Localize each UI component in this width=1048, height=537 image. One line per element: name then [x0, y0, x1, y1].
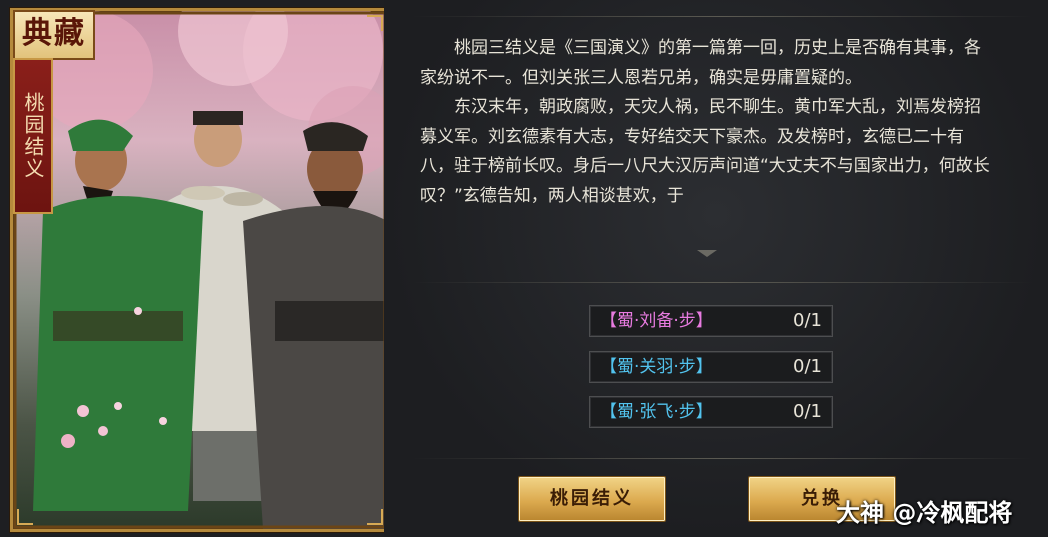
requirement-name: 【蜀·张飞·步】 — [600, 402, 713, 422]
bottom-divider — [412, 458, 1032, 459]
requirement-count: 0/1 — [793, 401, 822, 422]
card-title-vertical: 桃园结义 — [13, 58, 53, 214]
requirement-count: 0/1 — [793, 356, 822, 377]
story-paragraph: 桃园三结义是《三国演义》的第一篇第一回，历史上是否确有其事，各家纷说不一。但刘关… — [420, 38, 981, 88]
requirement-name: 【蜀·关羽·步】 — [600, 357, 713, 377]
frame-corner-ornament — [17, 509, 33, 525]
top-divider — [412, 16, 1032, 17]
frame-corner-ornament — [367, 15, 383, 31]
collection-card — [10, 8, 390, 532]
requirement-zhangfei[interactable]: 【蜀·张飞·步】 0/1 — [589, 396, 833, 428]
frame-corner-ornament — [367, 509, 383, 525]
requirement-guanyu[interactable]: 【蜀·关羽·步】 0/1 — [589, 351, 833, 383]
taoyuan-button[interactable]: 桃园结义 — [518, 476, 666, 522]
watermark-text: 大神 @冷枫配将 — [836, 499, 1013, 527]
scroll-down-icon[interactable] — [697, 250, 717, 257]
requirement-liubei[interactable]: 【蜀·刘备·步】 0/1 — [589, 305, 833, 337]
requirement-count: 0/1 — [793, 310, 822, 331]
story-paragraph: 东汉末年，朝政腐败，天灾人祸，民不聊生。黄巾军大乱，刘焉发榜招募义军。刘玄德素有… — [420, 97, 990, 206]
card-artwork — [13, 11, 387, 529]
story-text[interactable]: 桃园三结义是《三国演义》的第一篇第一回，历史上是否确有其事，各家纷说不一。但刘关… — [420, 34, 990, 256]
collection-badge: 典藏 — [13, 10, 95, 60]
middle-divider — [412, 282, 1032, 283]
requirement-name: 【蜀·刘备·步】 — [600, 311, 713, 331]
